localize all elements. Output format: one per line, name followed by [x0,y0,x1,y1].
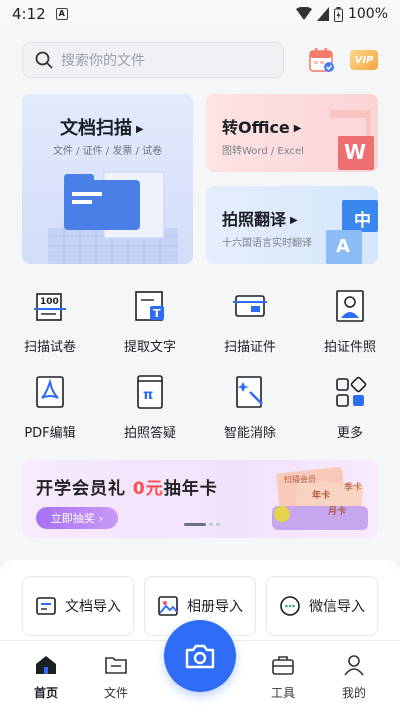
tool-label: PDF编辑 [24,426,76,441]
member-cards-illustration [272,467,368,530]
tool-label: 更多 [336,426,363,441]
photo-answer-icon: π [137,375,163,409]
tool-more[interactable]: 更多 [305,374,395,441]
card-label-season: 季卡 [344,483,363,493]
tool-extract-text[interactable]: T 提取文字 [105,288,195,355]
id-photo-icon [336,290,364,322]
doc-scan-card[interactable]: 文档扫描 ▶ 文件 / 证件 / 发票 / 试卷 [22,94,193,264]
to-office-subtitle: 图转Word / Excel [222,146,304,157]
tool-scan-id[interactable]: 扫描证件 [205,288,295,355]
tab-tools[interactable]: 工具 [253,653,313,701]
banner-draw-button[interactable]: 立即抽奖 › [36,507,118,529]
tab-label: 文件 [103,686,128,700]
extract-text-icon: T [135,291,164,321]
exam-scan-icon: 100 [34,293,66,321]
card-label-year: 年卡 [312,491,331,501]
document-scan-illustration [48,171,178,264]
banner-title: 开学会员礼 0元抽年卡 [36,479,218,499]
camera-button[interactable] [164,620,236,692]
latin-badge: A [336,236,350,257]
status-time: 4:12 [12,5,46,23]
card-label-month: 月卡 [328,507,347,517]
tool-scan-exam[interactable]: 100 扫描试卷 [5,288,95,355]
card-label-scan-member: 扫描会员 [284,475,316,484]
cell-signal-icon [316,7,329,21]
word-badge: W [344,140,367,164]
tool-smart-erase[interactable]: 智能消除 [205,374,295,441]
tool-label: 拍照答疑 [123,426,176,441]
search-row: 搜索你的文件 VIP [22,42,378,78]
svg-text:π: π [143,388,153,403]
photo-translate-card[interactable]: 拍照翻译 ▶ 十六国语言实时翻译 中 A [206,186,378,264]
tab-files[interactable]: 文件 [86,653,146,701]
tab-home[interactable]: 首页 [16,653,76,701]
tab-label: 工具 [270,686,295,700]
smart-erase-icon [236,376,263,408]
battery-percent: 100% [347,6,388,22]
tab-label: 首页 [33,686,58,700]
tool-pdf-edit[interactable]: PDF编辑 [5,374,95,441]
tab-label: 我的 [341,686,366,700]
search-icon [35,51,53,69]
arrow-right-icon: ▶ [290,215,298,226]
toolbox-icon [272,656,294,675]
profile-icon [344,655,364,676]
to-office-card[interactable]: 转Office ▶ 图转Word / Excel W [206,94,378,172]
doc-import-button[interactable]: 文档导入 [22,576,134,636]
tool-label: 拍证件照 [323,340,376,355]
chinese-badge: 中 [354,211,371,231]
doc-import-icon [36,597,56,615]
id-scan-icon [233,295,267,317]
wechat-import-label: 微信导入 [309,599,365,615]
more-icon [336,376,367,407]
album-import-icon [158,596,178,616]
photo-translate-subtitle: 十六国语言实时翻译 [222,238,312,249]
banner-pager [184,523,220,526]
status-bar: 4:12 A 100% [0,0,400,28]
home-icon [36,656,56,674]
photo-translate-title: 拍照翻译 ▶ [222,210,298,229]
folder-icon [105,657,127,674]
tool-label: 智能消除 [223,426,276,441]
signal-icon [295,7,312,20]
arrow-right-icon: ▶ [136,123,144,135]
calendar-checkin-icon[interactable] [308,46,336,74]
album-import-label: 相册导入 [187,599,243,615]
pdf-edit-icon [36,376,64,408]
to-office-title: 转Office ▶ [222,118,302,137]
arrow-right-icon: ▶ [293,123,302,134]
doc-scan-subtitle: 文件 / 证件 / 发票 / 试卷 [52,146,163,157]
tool-label: 扫描试卷 [23,340,76,355]
tool-label: 提取文字 [123,340,176,355]
svg-text:T: T [153,307,161,320]
doc-import-label: 文档导入 [65,599,121,615]
camera-icon [185,644,215,669]
doc-scan-title: 文档扫描 ▶ [60,118,144,139]
promo-banner[interactable]: 开学会员礼 0元抽年卡 立即抽奖 › 扫描会员 年卡 季卡 月卡 [22,460,378,538]
status-right: 100% [295,6,388,22]
chevron-right-icon: › [98,511,104,525]
tool-photo-answer[interactable]: π 拍照答疑 [105,374,195,441]
search-input[interactable]: 搜索你的文件 [22,42,284,78]
battery-icon [333,6,343,22]
tool-id-photo[interactable]: 拍证件照 [305,288,395,355]
search-placeholder: 搜索你的文件 [61,53,145,69]
wechat-import-button[interactable]: 微信导入 [266,576,378,636]
notification-icon: A [55,8,68,20]
tab-profile[interactable]: 我的 [324,653,384,701]
svg-text:100: 100 [40,297,59,307]
vip-icon[interactable]: VIP [350,50,378,70]
wechat-import-icon [280,596,300,616]
tool-label: 扫描证件 [223,340,276,355]
